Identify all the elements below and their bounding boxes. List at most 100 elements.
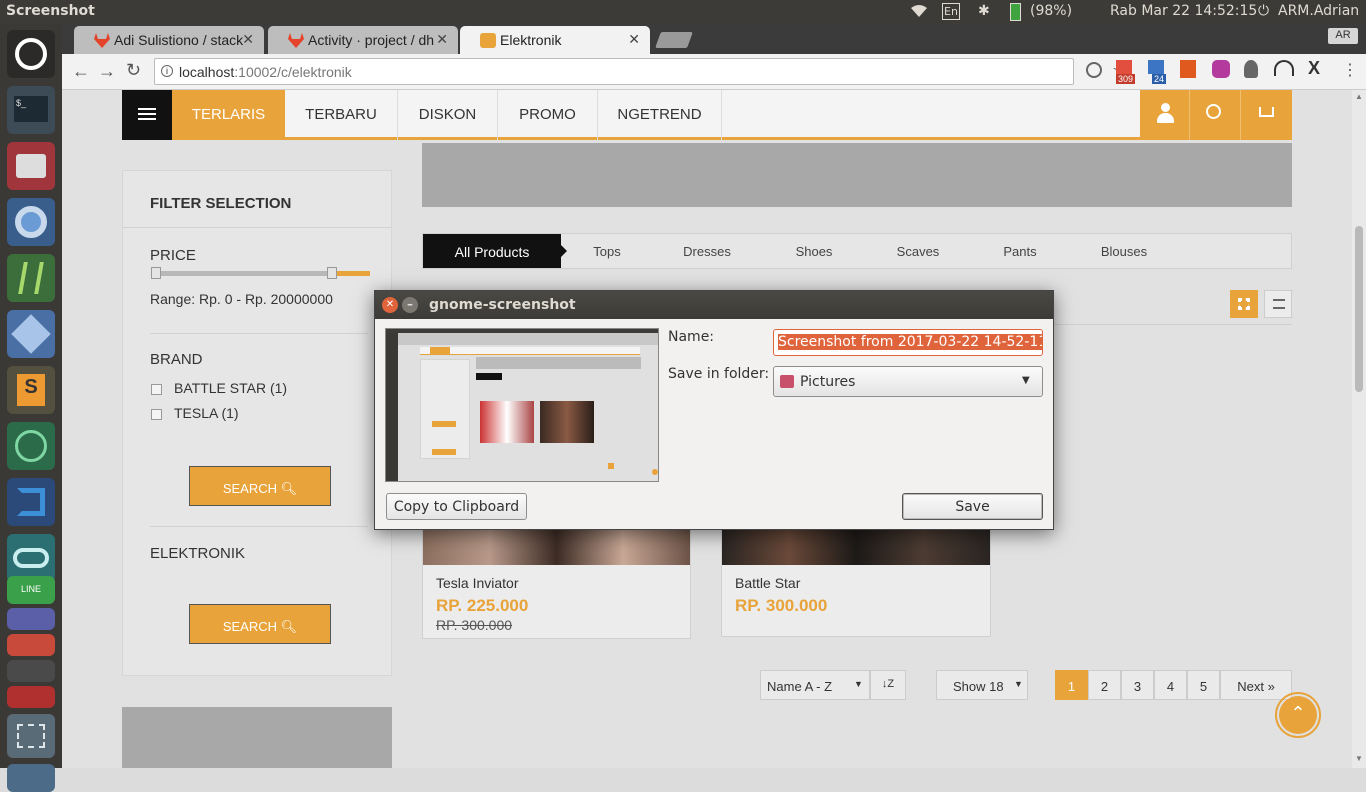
app-icon-stack-4[interactable] bbox=[7, 686, 55, 708]
back-to-top-button[interactable]: ⌃ bbox=[1275, 692, 1321, 738]
hamburger-menu-button[interactable] bbox=[122, 90, 172, 140]
power-icon[interactable]: ⏻ bbox=[1258, 3, 1269, 19]
show-count-select[interactable]: Show 18 ▼ bbox=[936, 670, 1028, 700]
minimize-icon[interactable]: – bbox=[402, 297, 418, 313]
product-name[interactable]: Battle Star bbox=[735, 575, 800, 591]
arduino-icon[interactable] bbox=[7, 534, 55, 582]
keyboard-layout-indicator[interactable]: En bbox=[942, 3, 960, 20]
scroll-up-icon[interactable]: ▲ bbox=[1355, 92, 1363, 101]
nav-terlaris[interactable]: TERLARIS bbox=[172, 90, 285, 140]
next-page-button[interactable]: Next » bbox=[1220, 670, 1292, 700]
tab-gitlab-activity[interactable]: Activity · project / dh ✕ bbox=[268, 26, 458, 54]
app-icon-stack-1[interactable] bbox=[7, 608, 55, 630]
extension-target-icon[interactable] bbox=[1086, 62, 1102, 78]
back-icon[interactable]: ← bbox=[72, 61, 90, 82]
tab-gitlab-stack[interactable]: Adi Sulistiono / stack ✕ bbox=[74, 26, 264, 54]
copy-to-clipboard-button[interactable]: Copy to Clipboard bbox=[386, 493, 527, 520]
cart-button[interactable] bbox=[1241, 90, 1292, 140]
profile-badge[interactable]: AR bbox=[1328, 28, 1358, 44]
search-toggle-button[interactable] bbox=[1190, 90, 1241, 140]
search-icon: 🔍︎ bbox=[280, 619, 298, 634]
page-5-button[interactable]: 5 bbox=[1187, 670, 1220, 700]
price-slider-fill bbox=[332, 271, 370, 276]
scrollbar-thumb[interactable] bbox=[1355, 226, 1363, 392]
trash-icon[interactable] bbox=[7, 764, 55, 792]
android-studio-icon[interactable] bbox=[7, 254, 55, 302]
speedometer-icon[interactable] bbox=[1274, 60, 1294, 76]
list-view-button[interactable] bbox=[1264, 290, 1292, 318]
page-2-button[interactable]: 2 bbox=[1088, 670, 1121, 700]
category-tops[interactable]: Tops bbox=[572, 234, 642, 268]
price-slider-max-handle[interactable] bbox=[327, 267, 337, 279]
category-shoes[interactable]: Shoes bbox=[779, 234, 849, 268]
account-button[interactable] bbox=[1140, 90, 1190, 140]
terminal-icon[interactable]: $_ bbox=[7, 86, 55, 134]
office-icon[interactable] bbox=[1180, 60, 1196, 78]
app-icon-stack-2[interactable] bbox=[7, 634, 55, 656]
price-label: PRICE bbox=[150, 247, 196, 264]
forward-icon[interactable]: → bbox=[98, 61, 116, 82]
page-scrollbar[interactable]: ▲ ▼ bbox=[1352, 90, 1366, 768]
sort-alpha-icon: ↓Z bbox=[881, 678, 895, 690]
scroll-down-icon[interactable]: ▼ bbox=[1355, 754, 1363, 763]
brand-search-button[interactable]: SEARCH 🔍︎ bbox=[189, 466, 331, 506]
product-name[interactable]: Tesla Inviator bbox=[436, 575, 518, 591]
page-3-button[interactable]: 3 bbox=[1121, 670, 1154, 700]
extension-x-icon[interactable]: X bbox=[1308, 58, 1320, 79]
close-icon[interactable]: ✕ bbox=[382, 297, 398, 313]
grid-view-button[interactable] bbox=[1230, 290, 1258, 318]
bluetooth-icon[interactable]: ✱ bbox=[978, 3, 990, 19]
clock[interactable]: Rab Mar 22 14:52:15 bbox=[1110, 3, 1257, 19]
close-icon[interactable]: ✕ bbox=[628, 31, 640, 48]
page-1-button[interactable]: 1 bbox=[1055, 670, 1088, 700]
chromium-icon[interactable] bbox=[7, 198, 55, 246]
atom-icon[interactable] bbox=[7, 422, 55, 470]
address-bar[interactable]: i localhost:10002/c/elektronik bbox=[154, 58, 1074, 85]
menu-icon[interactable]: ⋮ bbox=[1342, 60, 1358, 80]
info-icon[interactable]: i bbox=[161, 65, 173, 77]
reload-icon[interactable]: ↻ bbox=[126, 60, 141, 81]
new-tab-button[interactable] bbox=[655, 32, 693, 48]
sort-direction-button[interactable]: ↓Z bbox=[870, 670, 906, 700]
close-icon[interactable]: ✕ bbox=[242, 31, 254, 48]
files-icon[interactable] bbox=[7, 142, 55, 190]
sort-select[interactable]: Name A - Z ▼ bbox=[760, 670, 870, 700]
category-all-products[interactable]: All Products bbox=[423, 234, 561, 268]
page-4-button[interactable]: 4 bbox=[1154, 670, 1187, 700]
active-category-arrow bbox=[561, 245, 567, 257]
category-dresses[interactable]: Dresses bbox=[672, 234, 742, 268]
filename-input[interactable]: Screenshot from 2017-03-22 14-52-11.png bbox=[773, 329, 1043, 356]
ubuntu-dash-icon[interactable] bbox=[7, 30, 55, 78]
sublime-text-icon[interactable]: S bbox=[7, 366, 55, 414]
next-label: Next bbox=[1237, 679, 1264, 694]
save-button[interactable]: Save bbox=[902, 493, 1043, 520]
folder-combobox[interactable]: Pictures ▼ bbox=[773, 366, 1043, 397]
nav-promo[interactable]: PROMO bbox=[498, 90, 598, 140]
close-icon[interactable]: ✕ bbox=[436, 31, 448, 48]
extension-bulb-icon[interactable] bbox=[1244, 60, 1258, 78]
elektronik-search-button[interactable]: SEARCH 🔍︎ bbox=[189, 604, 331, 644]
instagram-icon[interactable] bbox=[1212, 60, 1230, 78]
user-name[interactable]: ARM.Adrian bbox=[1278, 3, 1359, 19]
battery-icon[interactable] bbox=[1010, 3, 1021, 21]
nav-terbaru[interactable]: TERBARU bbox=[285, 90, 398, 140]
mail-icon[interactable] bbox=[1148, 60, 1164, 74]
category-blouses[interactable]: Blouses bbox=[1089, 234, 1159, 268]
screenshot-app-icon[interactable] bbox=[7, 714, 55, 758]
app-icon-stack-3[interactable] bbox=[7, 660, 55, 682]
category-scaves[interactable]: Scaves bbox=[883, 234, 953, 268]
nav-ngetrend[interactable]: NGETREND bbox=[598, 90, 722, 140]
tab-elektronik[interactable]: Elektronik ✕ bbox=[460, 26, 650, 54]
sort-value: Name A - Z bbox=[767, 679, 833, 694]
gmail-icon[interactable] bbox=[1116, 60, 1132, 74]
sidebar-banner bbox=[122, 707, 392, 768]
brand-checkbox-battle-star[interactable] bbox=[151, 384, 162, 395]
vscode-icon[interactable] bbox=[7, 478, 55, 526]
category-pants[interactable]: Pants bbox=[985, 234, 1055, 268]
nav-diskon[interactable]: DISKON bbox=[398, 90, 498, 140]
price-slider-min-handle[interactable] bbox=[151, 267, 161, 279]
wifi-icon[interactable] bbox=[910, 4, 928, 22]
virtualbox-icon[interactable] bbox=[7, 310, 55, 358]
brand-checkbox-tesla[interactable] bbox=[151, 409, 162, 420]
line-icon[interactable]: LINE bbox=[7, 576, 55, 604]
